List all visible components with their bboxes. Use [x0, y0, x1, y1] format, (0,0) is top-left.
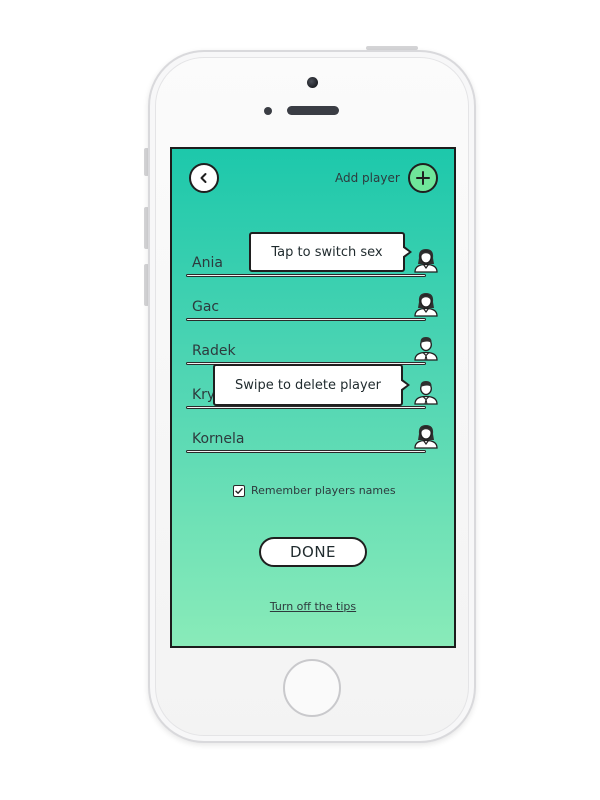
checkmark-icon: [235, 487, 243, 494]
tip-delete-player: Swipe to delete player: [213, 364, 410, 406]
back-button[interactable]: [189, 163, 219, 193]
remember-names-option[interactable]: Remember players names: [233, 484, 396, 497]
player-row: Radek: [186, 329, 440, 365]
name-underline: [186, 274, 426, 277]
turn-off-tips-link[interactable]: Turn off the tips: [172, 600, 454, 613]
chevron-left-icon: [200, 173, 207, 183]
player-name: Ania: [192, 255, 223, 271]
done-button[interactable]: DONE: [259, 537, 367, 567]
player-name: Kornela: [192, 431, 245, 447]
female-avatar-icon[interactable]: [412, 289, 440, 317]
front-camera: [307, 77, 318, 88]
name-underline: [186, 450, 426, 453]
female-avatar-icon[interactable]: [412, 245, 440, 273]
tip-switch-sex: Tap to switch sex: [249, 232, 412, 272]
player-name: Kry: [192, 387, 216, 403]
female-avatar-icon[interactable]: [412, 421, 440, 449]
done-label: DONE: [289, 543, 337, 561]
earpiece-speaker: [287, 106, 339, 115]
remember-checkbox[interactable]: [233, 484, 245, 497]
tip-delete-player-text: Swipe to delete player: [234, 377, 381, 393]
plus-icon: [416, 171, 430, 185]
add-player-button[interactable]: [408, 163, 438, 193]
player-name: Gac: [192, 299, 220, 315]
name-underline: [186, 406, 426, 409]
player-row: Gac: [186, 285, 440, 321]
name-underline: [186, 318, 426, 321]
tip-switch-sex-text: Tap to switch sex: [271, 244, 383, 260]
male-avatar-icon[interactable]: [412, 333, 440, 361]
app-screen: Add player Ania Gac Radek Kry Kornela Ta…: [170, 147, 456, 648]
player-row: Kornela: [186, 417, 440, 453]
home-button[interactable]: [283, 659, 341, 717]
male-avatar-icon[interactable]: [412, 377, 440, 405]
proximity-sensor: [264, 107, 272, 115]
player-name: Radek: [192, 343, 236, 359]
add-player-label[interactable]: Add player: [335, 171, 400, 185]
remember-label: Remember players names: [251, 484, 396, 497]
